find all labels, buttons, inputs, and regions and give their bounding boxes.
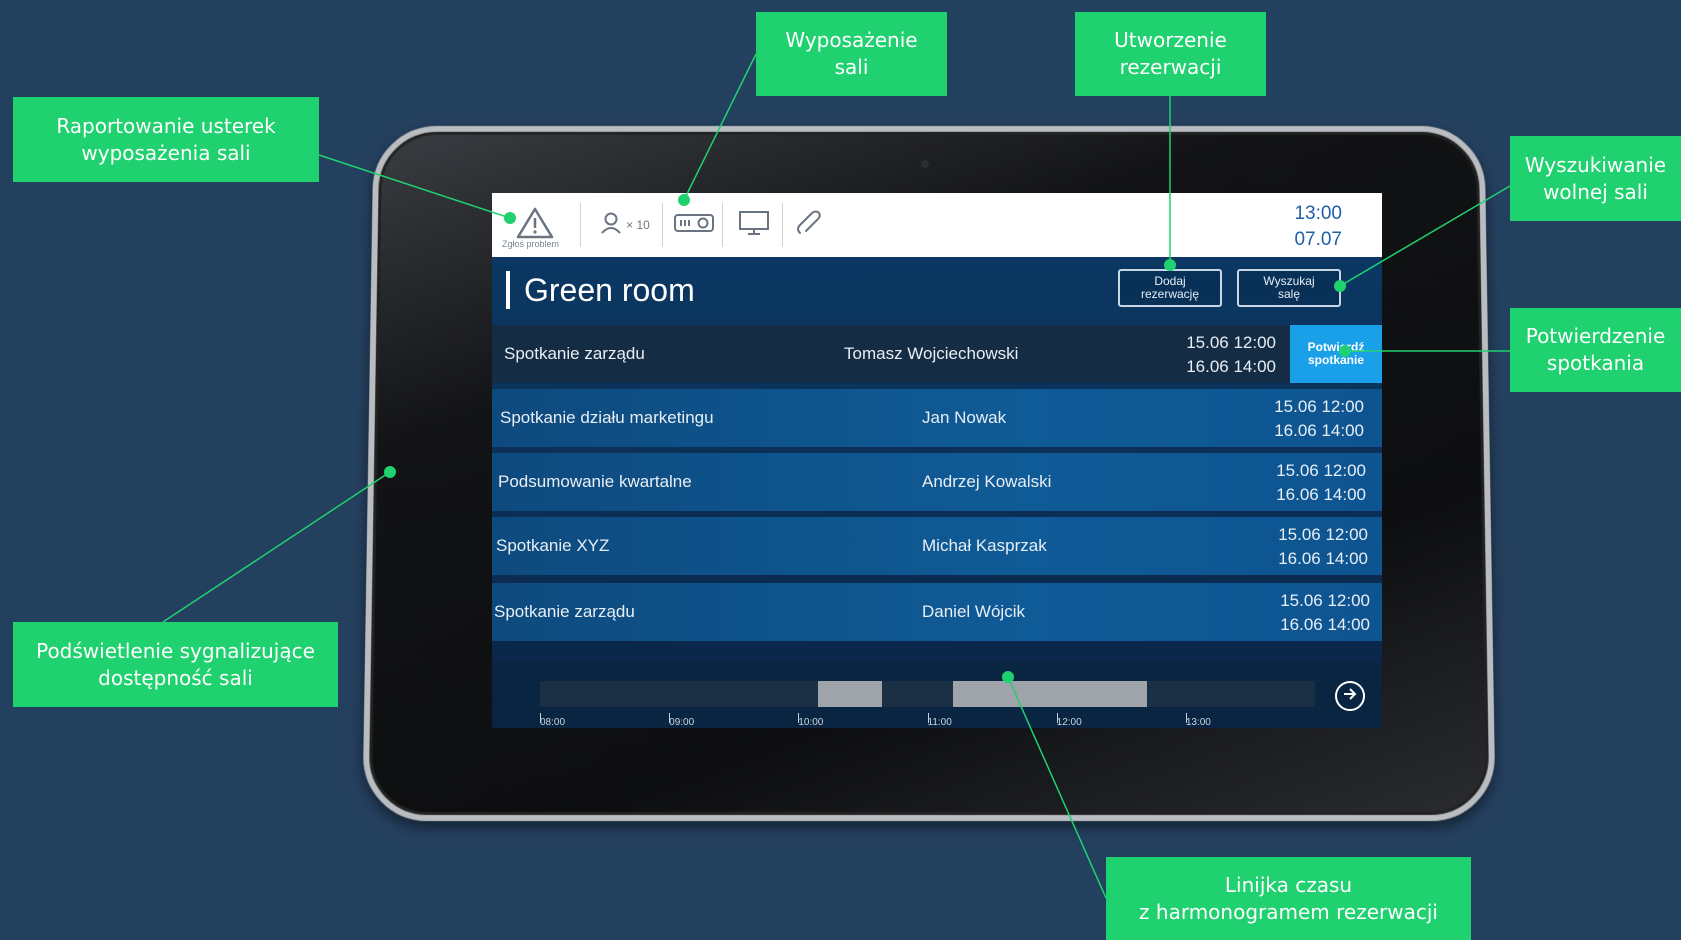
meeting-end: 16.06 14:00 — [1276, 485, 1366, 504]
phone-equipment — [786, 193, 830, 257]
top-bar: Zgłoś problem × 10 13:00 07.07 — [492, 193, 1382, 257]
meeting-times: 15.06 12:00 16.06 14:00 — [1186, 331, 1276, 379]
callout-timeline-line2: z harmonogramem rezerwacji — [1139, 899, 1438, 924]
callout-confirm-line1: Potwierdzenie — [1525, 324, 1666, 348]
meeting-times: 15.06 12:00 16.06 14:00 — [1280, 589, 1370, 637]
meeting-times: 15.06 12:00 16.06 14:00 — [1276, 459, 1366, 507]
timeline-next-button[interactable] — [1335, 681, 1365, 711]
timeline-booking-block[interactable] — [953, 681, 1148, 707]
meeting-end: 16.06 14:00 — [1274, 421, 1364, 440]
callout-report-line2: wyposażenia sali — [81, 140, 251, 165]
callout-equipment-line1: Wyposażenie — [785, 28, 918, 52]
meeting-row[interactable]: Podsumowanie kwartalne Andrzej Kowalski … — [492, 453, 1382, 511]
meeting-times: 15.06 12:00 16.06 14:00 — [1278, 523, 1368, 571]
capacity-label: × 10 — [626, 218, 650, 232]
callout-backlight: Podświetlenie sygnalizujące dostępność sa… — [13, 622, 338, 707]
room-title: Green room — [506, 271, 695, 309]
callout-timeline-line1: Linijka czasu — [1224, 872, 1353, 897]
warning-icon — [516, 207, 554, 244]
monitor-icon — [738, 210, 770, 241]
callout-confirm-line2: spotkania — [1546, 351, 1645, 375]
meeting-times: 15.06 12:00 16.06 14:00 — [1274, 395, 1364, 443]
meeting-title: Spotkanie działu marketingu — [500, 408, 714, 427]
callout-create-line1: Utworzenie — [1114, 28, 1227, 52]
meeting-start: 15.06 12:00 — [1186, 333, 1276, 352]
timeline-tick-label: 09:00 — [669, 717, 695, 728]
search-room-line1: Wyszukaj — [1263, 274, 1315, 288]
callout-search-line2: wolnej sali — [1543, 179, 1648, 204]
meeting-start: 15.06 12:00 — [1274, 397, 1364, 416]
meeting-organizer: Daniel Wójcik — [922, 602, 1025, 621]
add-reservation-button[interactable]: Dodaj rezerwację — [1118, 269, 1222, 307]
tablet-camera — [921, 160, 929, 168]
timeline-tick-label: 12:00 — [1056, 717, 1082, 728]
callout-equipment-line2: sali — [834, 55, 869, 79]
meeting-row[interactable]: Spotkanie zarządu Tomasz Wojciechowski 1… — [492, 325, 1382, 383]
clock-date: 07.07 — [1294, 229, 1342, 250]
meeting-title: Spotkanie zarządu — [494, 602, 635, 621]
search-room-button[interactable]: Wyszukaj salę — [1237, 269, 1341, 307]
timeline-booking-block[interactable] — [817, 681, 883, 707]
callout-search-line1: Wyszukiwanie — [1524, 152, 1667, 177]
callout-create-line2: rezerwacji — [1119, 55, 1222, 79]
meeting-row[interactable]: Spotkanie działu marketingu Jan Nowak 15… — [492, 389, 1382, 447]
meeting-end: 16.06 14:00 — [1186, 357, 1276, 376]
meeting-title: Spotkanie zarządu — [504, 344, 645, 363]
timeline-track[interactable] — [540, 681, 1315, 707]
meeting-end: 16.06 14:00 — [1280, 615, 1370, 634]
tablet-screen: Zgłoś problem × 10 13:00 07.07 Green roo… — [492, 193, 1382, 728]
timeline-tick-label: 11:00 — [927, 717, 952, 728]
projector-equipment — [668, 193, 720, 257]
meeting-title: Podsumowanie kwartalne — [498, 472, 692, 491]
meeting-row[interactable]: Spotkanie zarządu Daniel Wójcik 15.06 12… — [492, 583, 1382, 641]
separator — [782, 203, 783, 247]
arrow-right-icon — [1342, 686, 1358, 707]
meeting-title: Spotkanie XYZ — [496, 536, 610, 555]
clock: 13:00 07.07 — [1294, 201, 1342, 253]
meeting-organizer: Andrzej Kowalski — [922, 472, 1052, 491]
projector-icon — [673, 211, 715, 240]
callout-equipment: Wyposażenie sali — [756, 12, 947, 96]
timeline: 08:00 09:00 10:00 11:00 12:00 13:00 — [492, 661, 1382, 728]
confirm-line1: Potwierdź — [1307, 340, 1365, 354]
callout-backlight-line1: Podświetlenie sygnalizujące — [36, 638, 315, 663]
callout-create-reservation: Utworzenie rezerwacji — [1075, 12, 1266, 96]
search-room-line2: salę — [1277, 287, 1300, 301]
report-problem-label: Zgłoś problem — [502, 239, 560, 249]
add-reservation-line2: rezerwację — [1140, 287, 1200, 301]
phone-icon — [794, 209, 822, 242]
confirm-line2: spotkanie — [1307, 353, 1364, 367]
callout-report-line1: Raportowanie usterek — [56, 113, 276, 138]
meeting-organizer: Michał Kasprzak — [922, 536, 1047, 555]
callout-search-room: Wyszukiwanie wolnej sali — [1510, 136, 1681, 221]
separator — [580, 203, 581, 247]
add-reservation-line1: Dodaj — [1154, 274, 1186, 288]
meeting-start: 15.06 12:00 — [1278, 525, 1368, 544]
clock-time: 13:00 — [1294, 203, 1342, 224]
callout-timeline: Linijka czasu z harmonogramem rezerwacji — [1106, 857, 1471, 940]
meeting-organizer: Jan Nowak — [922, 408, 1007, 427]
timeline-tick-label: 08:00 — [540, 717, 566, 728]
meeting-start: 15.06 12:00 — [1280, 591, 1370, 610]
timeline-tick-label: 10:00 — [798, 717, 824, 728]
callout-confirm-meeting: Potwierdzenie spotkania — [1510, 308, 1681, 392]
meeting-row[interactable]: Spotkanie XYZ Michał Kasprzak 15.06 12:0… — [492, 517, 1382, 575]
separator — [722, 203, 723, 247]
callout-backlight-line2: dostępność sali — [98, 665, 253, 690]
leader-backlight — [162, 471, 391, 623]
meeting-end: 16.06 14:00 — [1278, 549, 1368, 568]
monitor-equipment — [728, 193, 780, 257]
meeting-start: 15.06 12:00 — [1276, 461, 1366, 480]
capacity-indicator: × 10 — [590, 193, 660, 257]
timeline-tick-label: 13:00 — [1185, 717, 1211, 728]
separator — [662, 203, 663, 247]
person-icon — [600, 211, 622, 240]
meeting-organizer: Tomasz Wojciechowski — [844, 344, 1019, 363]
callout-report: Raportowanie usterek wyposażenia sali — [13, 97, 319, 182]
confirm-meeting-button[interactable]: Potwierdź spotkanie — [1290, 325, 1382, 383]
